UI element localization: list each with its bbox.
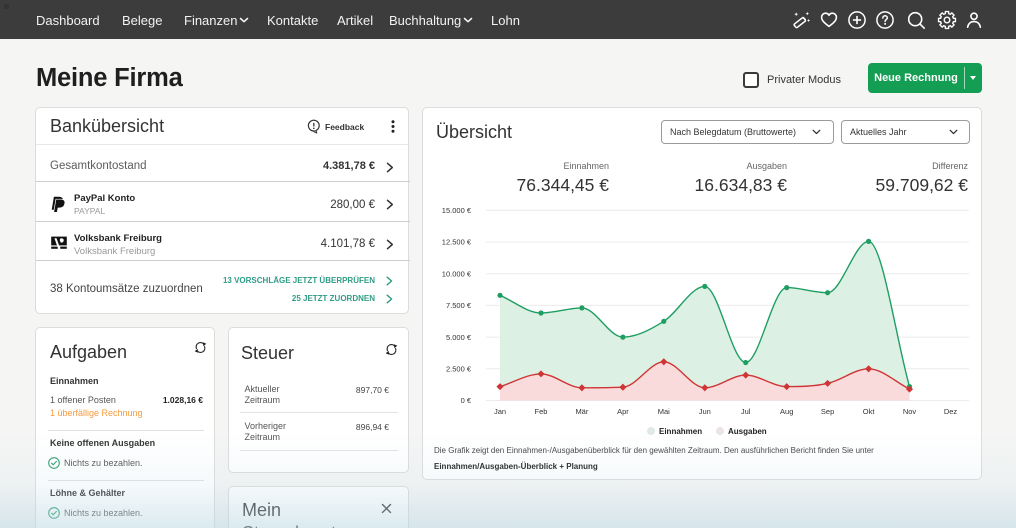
svg-text:Okt: Okt bbox=[863, 407, 876, 416]
svg-text:12.500 €: 12.500 € bbox=[442, 238, 472, 247]
svg-text:7.500 €: 7.500 € bbox=[446, 301, 472, 310]
svg-text:Aug: Aug bbox=[780, 407, 793, 416]
svg-text:Sep: Sep bbox=[821, 407, 834, 416]
svg-text:Jul: Jul bbox=[741, 407, 751, 416]
svg-text:0 €: 0 € bbox=[461, 396, 472, 405]
svg-text:5.000 €: 5.000 € bbox=[446, 333, 472, 342]
svg-text:15.000 €: 15.000 € bbox=[442, 206, 472, 215]
svg-text:Feb: Feb bbox=[535, 407, 548, 416]
svg-text:Jun: Jun bbox=[699, 407, 711, 416]
svg-text:Mai: Mai bbox=[658, 407, 670, 416]
svg-text:2.500 €: 2.500 € bbox=[446, 365, 472, 374]
svg-text:Mär: Mär bbox=[575, 407, 588, 416]
svg-text:Dez: Dez bbox=[944, 407, 958, 416]
svg-text:10.000 €: 10.000 € bbox=[442, 269, 472, 278]
svg-text:Jan: Jan bbox=[494, 407, 506, 416]
svg-text:Nov: Nov bbox=[903, 407, 917, 416]
svg-text:Apr: Apr bbox=[617, 407, 629, 416]
